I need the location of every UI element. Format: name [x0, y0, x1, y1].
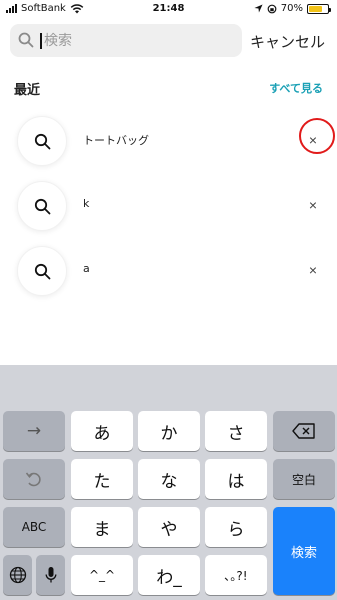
cancel-button[interactable]: キャンセル: [250, 31, 325, 52]
search-bar[interactable]: [10, 24, 242, 57]
search-key[interactable]: 検索: [273, 507, 335, 595]
globe-key[interactable]: [3, 555, 32, 595]
microphone-icon: [45, 567, 56, 583]
recent-search-item[interactable]: トートバッグ ×: [0, 108, 337, 173]
search-icon: [18, 32, 34, 48]
battery-icon: [307, 3, 331, 14]
key-emoticon[interactable]: ^_^: [71, 555, 133, 595]
key-wa[interactable]: わ_: [138, 555, 200, 595]
japanese-keyboard: → あ か さ た な は 空白 ABC ま や ら 検索 ^_^ わ_ ､｡?…: [0, 365, 337, 600]
see-all-link[interactable]: すべて見る: [269, 80, 323, 96]
rotation-lock-icon: [267, 4, 277, 13]
delete-key[interactable]: [273, 411, 335, 451]
recent-search-item[interactable]: k ×: [0, 173, 337, 238]
remove-history-button[interactable]: ×: [301, 258, 325, 282]
key-sa[interactable]: さ: [205, 411, 267, 451]
undo-key[interactable]: [3, 459, 65, 499]
undo-icon: [25, 472, 41, 487]
key-punctuation[interactable]: ､｡?!: [205, 555, 267, 595]
dictation-key[interactable]: [36, 555, 65, 595]
globe-icon: [9, 566, 26, 584]
recent-search-list: トートバッグ × k × a ×: [0, 108, 337, 303]
abc-key[interactable]: ABC: [3, 507, 65, 547]
battery-percent: 70%: [280, 3, 303, 14]
key-a[interactable]: あ: [71, 411, 133, 451]
recent-search-item[interactable]: a ×: [0, 238, 337, 303]
key-ya[interactable]: や: [138, 507, 200, 547]
key-ra[interactable]: ら: [205, 507, 267, 547]
recent-search-label: a: [83, 262, 90, 275]
key-ka[interactable]: か: [138, 411, 200, 451]
recent-section-title: 最近: [14, 83, 41, 98]
key-ta[interactable]: た: [71, 459, 133, 499]
search-input[interactable]: [44, 30, 234, 51]
search-icon-circle: [17, 116, 67, 166]
text-caret: [40, 33, 42, 49]
search-icon-circle: [17, 246, 67, 296]
status-right: 70%: [254, 3, 331, 14]
space-key[interactable]: 空白: [273, 459, 335, 499]
location-arrow-icon: [254, 4, 263, 13]
key-ma[interactable]: ま: [71, 507, 133, 547]
search-icon: [34, 198, 51, 215]
search-icon-circle: [17, 181, 67, 231]
recent-search-label: トートバッグ: [83, 134, 149, 147]
search-icon: [34, 263, 51, 280]
search-icon: [34, 133, 51, 150]
battery-level: [309, 5, 322, 12]
key-na[interactable]: な: [138, 459, 200, 499]
remove-history-button[interactable]: ×: [301, 193, 325, 217]
key-ha[interactable]: は: [205, 459, 267, 499]
status-bar: SoftBank 21:48 70%: [0, 0, 337, 20]
remove-history-button[interactable]: ×: [301, 128, 325, 152]
recent-search-label: k: [83, 197, 90, 210]
key-arrow-right[interactable]: →: [3, 411, 65, 451]
backspace-icon: [292, 423, 315, 439]
